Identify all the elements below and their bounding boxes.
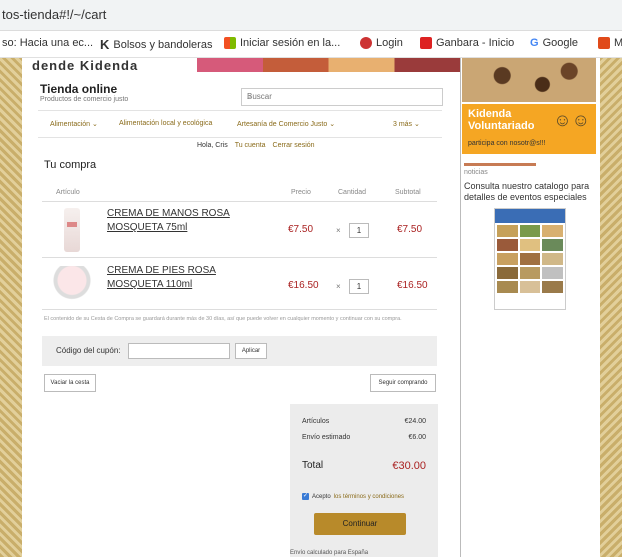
quantity-input[interactable]: 1 bbox=[349, 223, 369, 238]
k-icon: K bbox=[100, 37, 110, 52]
summary-articles: Artículos €24.00 bbox=[302, 418, 426, 425]
store-title: Tienda online bbox=[40, 82, 118, 96]
label-icon bbox=[67, 222, 77, 227]
catalog-header bbox=[495, 209, 565, 223]
volunteer-subtitle: participa con nosotr@s!!! bbox=[468, 140, 546, 147]
bookmark-label: Ganbara - Inicio bbox=[436, 37, 515, 49]
ganbara-icon bbox=[420, 37, 432, 49]
qty-multiplier: × bbox=[336, 226, 341, 235]
catalog-grid bbox=[495, 223, 565, 295]
bookmark-item[interactable]: G Google bbox=[530, 37, 578, 49]
quantity-input[interactable]: 1 bbox=[349, 279, 369, 294]
bookmark-item[interactable]: Ganbara - Inicio bbox=[420, 37, 514, 49]
burlap-background-right bbox=[600, 58, 622, 557]
search-icon[interactable]: ⌕ bbox=[247, 91, 438, 102]
url-text: tos-tienda#!/~/cart bbox=[2, 7, 107, 22]
summary-label: Artículos bbox=[302, 418, 330, 425]
microsoft-icon bbox=[224, 37, 236, 49]
coupon-label: Código del cupón: bbox=[56, 346, 121, 355]
google-icon: G bbox=[530, 37, 539, 49]
catalog-thumbnail[interactable] bbox=[494, 208, 566, 310]
news-divider bbox=[464, 163, 536, 166]
bookmark-label: M bbox=[614, 37, 622, 49]
main-content: Tienda online Productos de comercio just… bbox=[38, 58, 443, 557]
col-qty: Cantidad bbox=[338, 189, 367, 196]
bookmark-item[interactable]: Login bbox=[360, 37, 403, 49]
product-image[interactable] bbox=[64, 208, 80, 252]
volunteer-banner[interactable]: Kidenda Voluntariado ☺☺ participa con no… bbox=[462, 104, 596, 154]
divider bbox=[42, 201, 437, 202]
apply-coupon-button[interactable]: Aplicar bbox=[235, 343, 267, 359]
sidebar: Kidenda Voluntariado ☺☺ participa con no… bbox=[460, 58, 600, 557]
address-bar[interactable]: tos-tienda#!/~/cart bbox=[0, 0, 622, 31]
cart-title: Tu compra bbox=[44, 159, 97, 171]
bookmark-item[interactable]: Iniciar sesión en la... bbox=[224, 37, 340, 49]
greeting: Hola, Cris bbox=[197, 142, 228, 149]
bookmark-label: Login bbox=[376, 37, 403, 49]
product-price: €16.50 bbox=[288, 280, 319, 291]
terms-prefix: Acepto bbox=[312, 493, 331, 500]
summary-shipping: Envío estimado €6.00 bbox=[302, 434, 426, 441]
qty-multiplier: × bbox=[336, 282, 341, 291]
product-subtotal: €16.50 bbox=[397, 280, 428, 291]
store-page: dende Kidenda Tienda online Productos de… bbox=[22, 58, 600, 557]
bookmark-item[interactable]: so: Hacia una ec... bbox=[2, 37, 93, 49]
logout-link[interactable]: Cerrar sesión bbox=[273, 142, 315, 149]
nav-item-artesania[interactable]: Artesanía de Comercio Justo ⌄ bbox=[237, 120, 335, 128]
divider bbox=[42, 257, 437, 258]
news-label: noticias bbox=[464, 169, 488, 176]
col-price: Precio bbox=[291, 189, 311, 196]
product-subtotal: €7.50 bbox=[397, 224, 423, 235]
summary-total: Total €30.00 bbox=[302, 460, 426, 472]
checkbox-checked-icon[interactable]: ✓ bbox=[302, 493, 309, 500]
category-nav: Alimentación ⌄ Alimentación local y ecol… bbox=[38, 110, 442, 138]
total-label: Total bbox=[302, 460, 324, 471]
terms-link[interactable]: los términos y condiciones bbox=[334, 494, 404, 500]
product-price: €7.50 bbox=[288, 224, 314, 235]
product-name[interactable]: CREMA DE MANOS ROSA MOSQUETA 75ml bbox=[107, 207, 257, 235]
summary-label: Envío estimado bbox=[302, 434, 351, 441]
col-article: Artículo bbox=[56, 189, 80, 196]
coffee-beans-image bbox=[462, 58, 596, 102]
store-subtitle: Productos de comercio justo bbox=[40, 96, 129, 103]
cart-note: El contenido de su Cesta de Compra se gu… bbox=[44, 316, 402, 322]
coupon-box: Código del cupón: Aplicar bbox=[42, 336, 437, 366]
col-subtotal: Subtotal bbox=[395, 189, 421, 196]
nav-item-alimentacion[interactable]: Alimentación ⌄ bbox=[50, 120, 98, 128]
burlap-background-left bbox=[0, 58, 22, 557]
search-input[interactable]: Buscar ⌕ bbox=[241, 88, 443, 106]
continue-shopping-button[interactable]: Seguir comprando bbox=[370, 374, 436, 392]
login-icon bbox=[360, 37, 372, 49]
nav-item-more[interactable]: 3 más ⌄ bbox=[393, 120, 420, 128]
empty-cart-button[interactable]: Vaciar la cesta bbox=[44, 374, 96, 392]
summary-value: €6.00 bbox=[408, 434, 426, 441]
bookmark-label: Bolsos y bandoleras bbox=[113, 38, 213, 51]
bookmark-item[interactable]: M bbox=[598, 37, 622, 49]
product-image[interactable] bbox=[52, 266, 92, 302]
bookmarks-bar: so: Hacia una ec... K Bolsos y bandoleras… bbox=[0, 31, 622, 58]
terms-checkbox[interactable]: ✓ Acepto los términos y condiciones bbox=[302, 493, 404, 500]
nav-item-alimentacion-local[interactable]: Alimentación local y ecológica bbox=[119, 120, 212, 127]
volunteer-title: Kidenda Voluntariado bbox=[468, 108, 535, 132]
bookmark-label: Iniciar sesión en la... bbox=[240, 37, 341, 49]
bookmark-item[interactable]: K Bolsos y bandoleras bbox=[100, 37, 212, 52]
summary-value: €24.00 bbox=[404, 418, 426, 425]
coupon-input[interactable] bbox=[128, 343, 230, 359]
shipping-note: Envío calculado para España bbox=[290, 550, 369, 556]
kids-drawing-icon: ☺☺ bbox=[553, 110, 590, 130]
user-links: Hola, Cris Tu cuenta Cerrar sesión bbox=[197, 142, 315, 149]
order-summary: Artículos €24.00 Envío estimado €6.00 Tota… bbox=[290, 404, 438, 557]
divider bbox=[42, 309, 437, 310]
account-link[interactable]: Tu cuenta bbox=[235, 142, 266, 149]
news-text: Consulta nuestro catalogo para detalles … bbox=[464, 181, 590, 202]
total-value: €30.00 bbox=[392, 460, 426, 472]
bookmark-label: so: Hacia una ec... bbox=[2, 37, 94, 49]
checkout-button[interactable]: Continuar bbox=[314, 513, 406, 535]
bookmark-label: Google bbox=[542, 37, 579, 49]
product-name[interactable]: CREMA DE PIES ROSA MOSQUETA 110ml bbox=[107, 264, 257, 292]
office-icon bbox=[598, 37, 610, 49]
